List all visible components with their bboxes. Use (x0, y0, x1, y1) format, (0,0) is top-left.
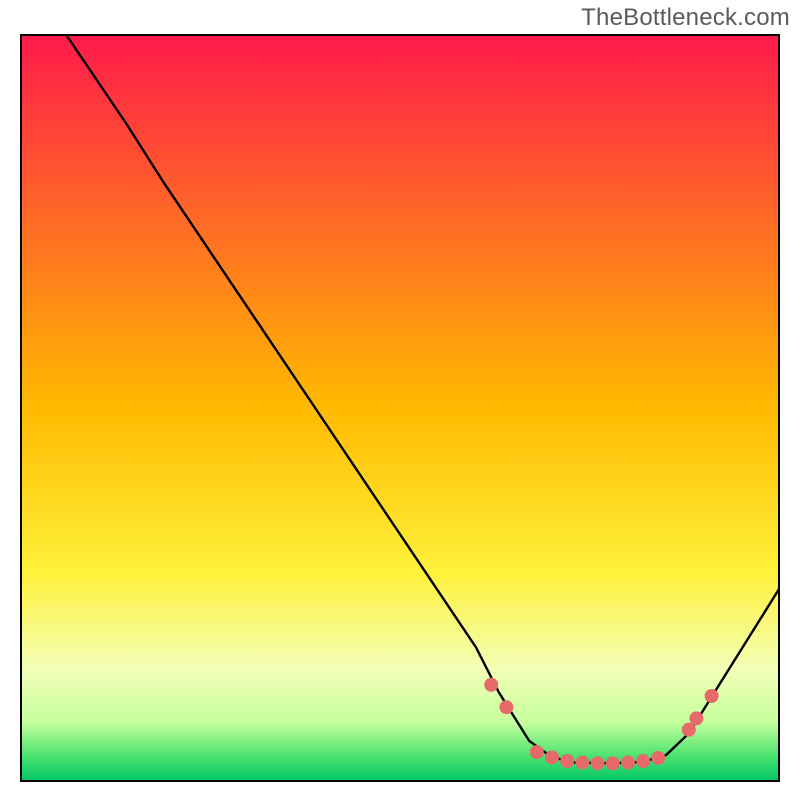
watermark-text: TheBottleneck.com (581, 4, 790, 32)
bottleneck-chart (20, 34, 780, 782)
chart-background-gradient (20, 34, 780, 782)
